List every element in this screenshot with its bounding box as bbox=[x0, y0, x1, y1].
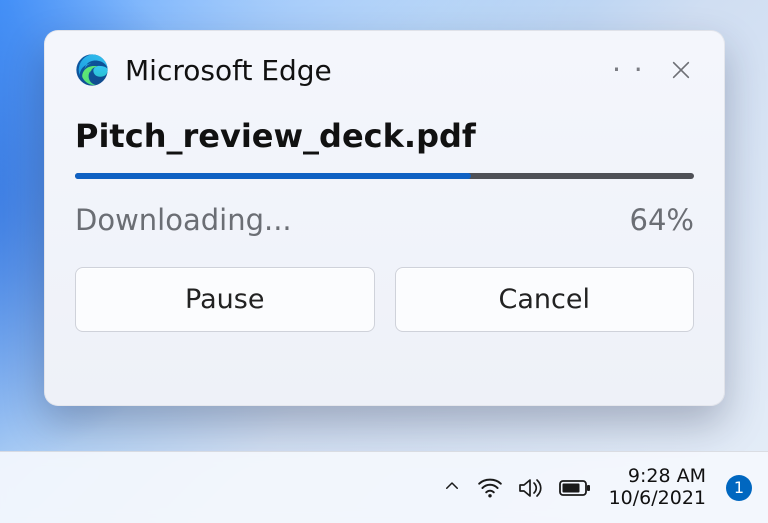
volume-icon bbox=[517, 477, 545, 499]
more-options-button[interactable]: · · · bbox=[612, 53, 646, 87]
clock-date: 10/6/2021 bbox=[609, 488, 706, 510]
download-progress-fill bbox=[75, 173, 471, 179]
cancel-button[interactable]: Cancel bbox=[395, 267, 695, 332]
close-icon bbox=[670, 59, 692, 81]
desktop-background: Microsoft Edge · · · Pitch_review_deck.p… bbox=[0, 0, 768, 523]
toast-button-row: Pause Cancel bbox=[45, 237, 724, 332]
download-percent-label: 64% bbox=[630, 203, 694, 237]
clock-time: 9:28 AM bbox=[628, 466, 706, 488]
wifi-icon bbox=[477, 477, 503, 499]
taskbar-clock[interactable]: 9:28 AM 10/6/2021 bbox=[607, 466, 708, 510]
notification-badge[interactable]: 1 bbox=[726, 475, 752, 501]
tray-overflow-button[interactable] bbox=[443, 477, 461, 499]
edge-app-icon bbox=[75, 53, 109, 87]
download-filename: Pitch_review_deck.pdf bbox=[45, 95, 724, 173]
toast-header: Microsoft Edge · · · bbox=[45, 31, 724, 95]
download-toast: Microsoft Edge · · · Pitch_review_deck.p… bbox=[44, 30, 725, 406]
chevron-up-icon bbox=[443, 477, 461, 495]
download-status-row: Downloading... 64% bbox=[45, 179, 724, 237]
battery-icon bbox=[559, 478, 591, 498]
taskbar: 9:28 AM 10/6/2021 1 bbox=[0, 451, 768, 523]
toast-app-name: Microsoft Edge bbox=[125, 54, 612, 87]
tray-status-group[interactable] bbox=[477, 477, 591, 499]
download-progress-bar bbox=[75, 173, 694, 179]
pause-button[interactable]: Pause bbox=[75, 267, 375, 332]
close-button[interactable] bbox=[664, 53, 698, 87]
download-status-text: Downloading... bbox=[75, 203, 292, 237]
